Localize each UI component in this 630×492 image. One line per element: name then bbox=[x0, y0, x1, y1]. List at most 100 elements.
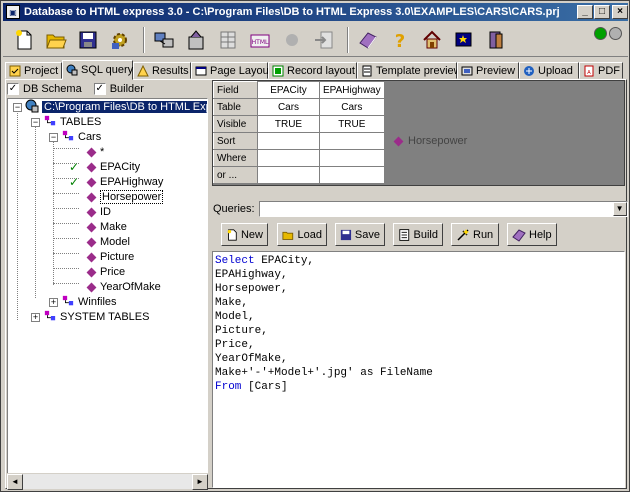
tree-system-tables[interactable]: + SYSTEM TABLES bbox=[31, 310, 149, 324]
tree-horizontal-scrollbar[interactable]: ◄ ► bbox=[7, 473, 208, 490]
save-icon[interactable] bbox=[75, 27, 101, 53]
grid-row-label: Visible bbox=[213, 115, 258, 133]
sql-line: Make, bbox=[215, 296, 622, 310]
query-grid-table: Field EPACity EPAHighway Table Cars Cars Visib… bbox=[213, 81, 385, 184]
grid-cell[interactable] bbox=[257, 166, 320, 184]
wizard-icon[interactable] bbox=[183, 27, 209, 53]
exit-icon[interactable] bbox=[483, 27, 509, 53]
grid-cell[interactable]: Cars bbox=[257, 98, 320, 116]
tab-template-preview[interactable]: Template preview bbox=[357, 62, 462, 79]
open-folder-icon[interactable] bbox=[43, 27, 69, 53]
close-button[interactable]: × bbox=[612, 5, 628, 19]
checkmark-icon[interactable]: ✓ bbox=[69, 175, 83, 189]
grid-cell[interactable] bbox=[319, 132, 385, 150]
help-book-icon bbox=[512, 228, 526, 242]
floating-field[interactable]: Horsepower bbox=[393, 135, 467, 147]
grid-cell[interactable] bbox=[319, 166, 385, 184]
tab-label: SQL query bbox=[81, 64, 134, 76]
grid-cell[interactable]: EPAHighway bbox=[319, 81, 385, 99]
chevron-down-icon[interactable]: ▼ bbox=[612, 202, 627, 216]
tab-results[interactable]: Results bbox=[133, 62, 191, 79]
tab-project[interactable]: Project bbox=[5, 62, 62, 79]
save-button[interactable]: Save bbox=[335, 223, 385, 246]
tree-field-item[interactable]: Make bbox=[69, 220, 127, 234]
new-doc-icon[interactable] bbox=[11, 27, 37, 53]
builder-checkbox[interactable]: ✓ bbox=[93, 83, 106, 95]
collapse-icon[interactable]: − bbox=[49, 132, 58, 142]
scroll-left-icon[interactable]: ◄ bbox=[7, 474, 23, 490]
home-icon[interactable] bbox=[419, 27, 445, 53]
book-icon[interactable] bbox=[355, 27, 381, 53]
project-icon bbox=[9, 65, 21, 77]
grid-row: Field EPACity EPAHighway bbox=[213, 81, 385, 99]
new-doc-icon bbox=[227, 228, 237, 241]
queries-select[interactable]: ▼ bbox=[258, 201, 628, 217]
circle-icon[interactable] bbox=[279, 27, 305, 53]
database-icon[interactable] bbox=[151, 27, 177, 53]
grid-cell[interactable]: Cars bbox=[319, 98, 385, 116]
tables-icon bbox=[43, 115, 57, 130]
grid-cell[interactable]: EPACity bbox=[257, 81, 320, 99]
settings-icon[interactable] bbox=[107, 27, 133, 53]
grid-cell[interactable] bbox=[257, 149, 320, 167]
help-button[interactable]: Help bbox=[507, 223, 557, 246]
tree-field-item[interactable]: Horsepower bbox=[69, 190, 164, 204]
tree-tables[interactable]: − TABLES bbox=[31, 115, 101, 129]
help-icon[interactable]: ? bbox=[387, 27, 413, 53]
tab-pdf[interactable]: A PDF bbox=[579, 62, 623, 79]
queries-row: Queries: ▼ bbox=[213, 201, 628, 217]
collapse-icon[interactable]: − bbox=[13, 102, 22, 112]
html-icon[interactable]: HTML bbox=[247, 27, 273, 53]
sql-text: YearOfMake, bbox=[215, 353, 288, 365]
grid-cell[interactable]: TRUE bbox=[257, 115, 320, 133]
grid-cell[interactable] bbox=[257, 132, 320, 150]
load-button[interactable]: Load bbox=[277, 223, 327, 246]
tree-root[interactable]: − C:\Program Files\DB to HTML Express bbox=[13, 99, 207, 114]
tab-upload[interactable]: Upload bbox=[519, 62, 579, 79]
field-diamond-icon bbox=[86, 192, 97, 202]
tab-label: Record layout bbox=[287, 64, 355, 77]
tree-field-label: Picture bbox=[100, 251, 135, 263]
builder-label: Builder bbox=[109, 83, 144, 95]
minimize-button[interactable]: _ bbox=[577, 5, 593, 19]
tree-field-item[interactable]: * bbox=[69, 145, 104, 159]
schema-tree[interactable]: − C:\Program Files\DB to HTML Express − … bbox=[7, 98, 208, 489]
sql-text: Make, bbox=[215, 297, 249, 309]
open-folder-icon bbox=[282, 231, 294, 240]
query-builder-grid[interactable]: Field EPACity EPAHighway Table Cars Cars Visib… bbox=[212, 80, 625, 186]
tree-winfiles[interactable]: + Winfiles bbox=[49, 295, 117, 309]
wand-icon[interactable] bbox=[451, 27, 477, 53]
table-icon[interactable] bbox=[215, 27, 241, 53]
tree-field-item[interactable]: Price bbox=[69, 265, 125, 279]
checkmark-icon[interactable]: ✓ bbox=[69, 160, 83, 174]
scroll-right-icon[interactable]: ► bbox=[192, 474, 208, 490]
title-bar[interactable]: ▣ Database to HTML express 3.0 - C:\Prog… bbox=[3, 3, 628, 21]
maximize-button[interactable]: □ bbox=[594, 5, 610, 19]
tree-field-item[interactable]: ✓ EPACity bbox=[69, 160, 140, 174]
tree-field-item[interactable]: ✓ EPAHighway bbox=[69, 175, 163, 189]
tab-preview[interactable]: Preview bbox=[457, 62, 519, 79]
svg-text:A: A bbox=[587, 70, 591, 76]
tab-sql-query[interactable]: SQL query bbox=[62, 60, 133, 80]
db-schema-checkbox[interactable]: ✓ bbox=[7, 83, 19, 95]
sql-editor[interactable]: Select EPACity, EPAHighway, Horsepower, Mak… bbox=[212, 251, 625, 488]
grid-cell[interactable]: TRUE bbox=[319, 115, 385, 133]
tree-field-item[interactable]: ID bbox=[69, 205, 111, 219]
expand-icon[interactable]: + bbox=[49, 297, 58, 307]
tab-record-layout[interactable]: Record layout bbox=[268, 62, 357, 79]
grid-cell[interactable] bbox=[319, 149, 385, 167]
window-title: Database to HTML express 3.0 - C:\Progra… bbox=[24, 6, 560, 18]
tree-field-item[interactable]: Model bbox=[69, 235, 130, 249]
tree-cars-label: Cars bbox=[78, 131, 102, 143]
build-button[interactable]: Build bbox=[393, 223, 443, 246]
run-button[interactable]: Run bbox=[451, 223, 499, 246]
collapse-icon[interactable]: − bbox=[31, 117, 40, 127]
tree-cars[interactable]: − Cars bbox=[49, 130, 101, 144]
expand-icon[interactable]: + bbox=[31, 312, 40, 322]
export-icon[interactable] bbox=[311, 27, 337, 53]
table-node-icon bbox=[61, 130, 75, 145]
new-button[interactable]: New bbox=[221, 223, 268, 246]
tree-field-item[interactable]: YearOfMake bbox=[69, 280, 161, 294]
tree-field-item[interactable]: Picture bbox=[69, 250, 134, 264]
tab-page-layout[interactable]: Page Layout bbox=[191, 62, 272, 79]
